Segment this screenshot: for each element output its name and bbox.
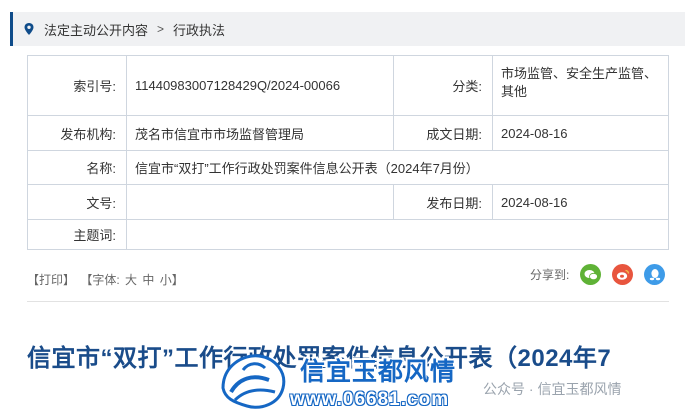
weibo-icon[interactable] — [612, 264, 634, 285]
subject-label: 主题词: — [27, 219, 127, 250]
wechat-icon[interactable] — [580, 264, 602, 285]
table-row: 文号: 发布日期: 2024-08-16 — [27, 184, 669, 220]
name-value: 信宜市“双打”工作行政处罚案件信息公开表（2024年7月份） — [126, 150, 669, 185]
name-label: 名称: — [27, 150, 127, 185]
written-date-value: 2024-08-16 — [492, 115, 669, 151]
qq-icon[interactable] — [644, 264, 666, 285]
breadcrumb: 法定主动公开内容 > 行政执法 — [10, 12, 685, 46]
category-value: 市场监管、安全生产监管、其他 — [492, 55, 669, 116]
font-large-button[interactable]: 大 — [125, 273, 137, 287]
index-value: 11440983007128429Q/2024-00066 — [126, 55, 394, 116]
print-button[interactable]: 【打印】 — [27, 273, 75, 287]
breadcrumb-item-public-content[interactable]: 法定主动公开内容 — [44, 20, 148, 39]
divider — [27, 301, 669, 302]
publisher-label: 发布机构: — [27, 115, 127, 151]
breadcrumb-item-administrative-enforcement[interactable]: 行政执法 — [173, 20, 225, 39]
publish-date-value: 2024-08-16 — [492, 184, 669, 220]
article-tools: 【打印】 【字体: 大 中 小】 — [27, 271, 186, 288]
index-label: 索引号: — [27, 55, 127, 116]
share-bar: 分享到: — [530, 264, 666, 285]
font-size-label: 【字体: — [80, 273, 120, 287]
publish-date-label: 发布日期: — [393, 184, 493, 220]
table-row: 索引号: 11440983007128429Q/2024-00066 分类: 市… — [27, 55, 669, 116]
table-row: 名称: 信宜市“双打”工作行政处罚案件信息公开表（2024年7月份） — [27, 150, 669, 185]
share-label: 分享到: — [530, 268, 570, 282]
table-row: 发布机构: 茂名市信宜市市场监督管理局 成文日期: 2024-08-16 — [27, 115, 669, 151]
doc-number-value — [126, 184, 394, 220]
watermark-url: www.06681.com — [290, 389, 450, 410]
doc-number-label: 文号: — [27, 184, 127, 220]
category-label: 分类: — [393, 55, 493, 116]
watermark-title: 信宜玉都风情 — [300, 358, 457, 386]
watermark-logo-icon — [221, 354, 286, 409]
watermark-public-account: 公众号 · 信宜玉都风情 — [483, 381, 622, 397]
table-row: 主题词: — [27, 219, 669, 250]
location-pin-icon — [24, 23, 34, 35]
document-info-table: 索引号: 11440983007128429Q/2024-00066 分类: 市… — [27, 55, 669, 250]
font-small-button[interactable]: 小】 — [160, 273, 184, 287]
chevron-right-icon: > — [157, 22, 165, 36]
publisher-value: 茂名市信宜市市场监督管理局 — [126, 115, 394, 151]
subject-value — [126, 219, 669, 250]
written-date-label: 成文日期: — [393, 115, 493, 151]
font-medium-button[interactable]: 中 — [142, 273, 154, 287]
